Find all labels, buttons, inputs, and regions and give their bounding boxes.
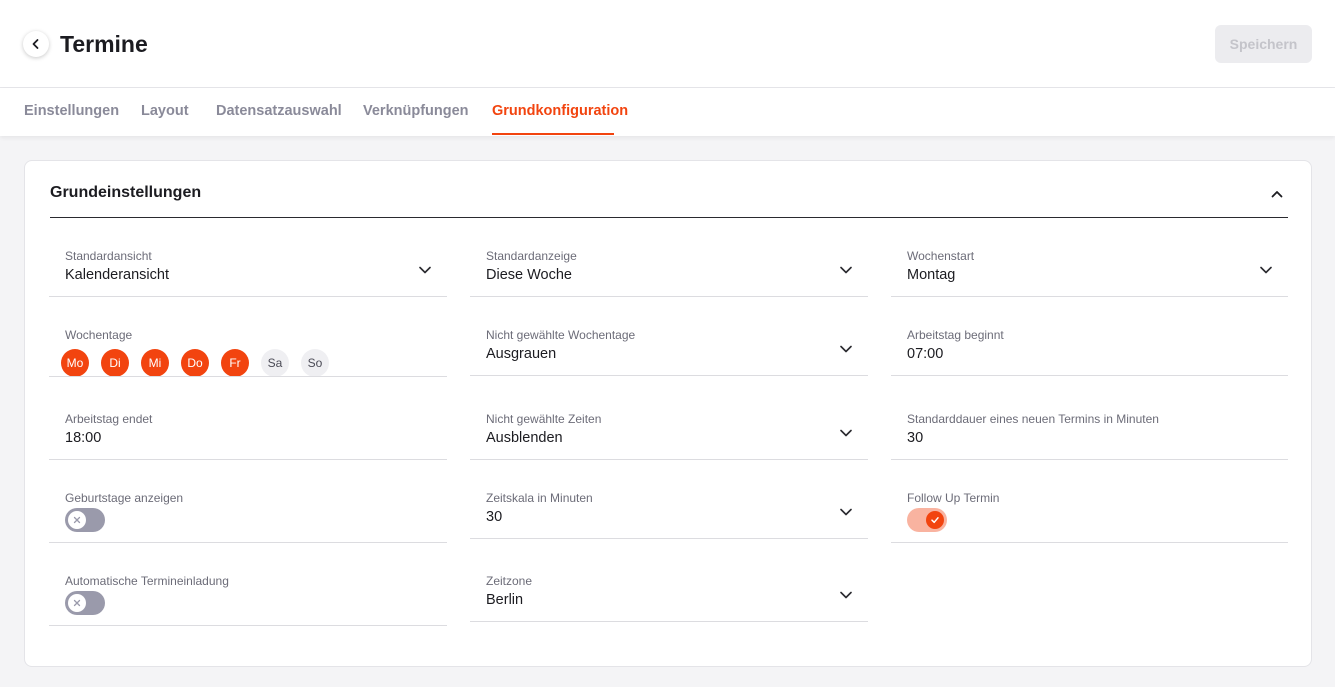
wochenstart-value: Montag [907, 267, 956, 283]
chevron-down-icon [1258, 262, 1274, 278]
zeitzone-select[interactable]: Zeitzone Berlin [470, 566, 868, 622]
arbeitstag-endet-field[interactable]: Arbeitstag endet 18:00 [49, 404, 447, 460]
arbeitstag-beginnt-label: Arbeitstag beginnt [907, 328, 1004, 342]
chevron-down-icon [838, 262, 854, 278]
weekday-sa[interactable]: Sa [261, 349, 289, 377]
chevron-up-icon [1271, 191, 1283, 198]
follow-up-termin-field: Follow Up Termin [891, 483, 1288, 543]
zeitskala-select[interactable]: Zeitskala in Minuten 30 [470, 483, 868, 539]
arbeitstag-beginnt-value: 07:00 [907, 346, 944, 362]
check-icon [931, 517, 939, 524]
arbeitstag-beginnt-field[interactable]: Arbeitstag beginnt 07:00 [891, 320, 1288, 376]
follow-up-termin-toggle[interactable] [907, 508, 947, 532]
standarddauer-label: Standarddauer eines neuen Termins in Min… [907, 412, 1159, 426]
weekday-fr[interactable]: Fr [221, 349, 249, 377]
chevron-down-icon [838, 425, 854, 441]
weekday-mi[interactable]: Mi [141, 349, 169, 377]
chevron-down-icon [838, 587, 854, 603]
standardansicht-select[interactable]: Standardansicht Kalenderansicht [49, 241, 447, 297]
standardanzeige-select[interactable]: Standardanzeige Diese Woche [470, 241, 868, 297]
active-tab-indicator [492, 133, 614, 135]
settings-card: Grundeinstellungen Standardansicht Kalen… [24, 160, 1312, 667]
arbeitstag-endet-value: 18:00 [65, 430, 102, 446]
zeitskala-value: 30 [486, 509, 503, 525]
wochenstart-label: Wochenstart [907, 249, 975, 263]
page-title: Termine [60, 31, 148, 57]
arbeitstag-endet-label: Arbeitstag endet [65, 412, 153, 426]
chevron-down-icon [838, 341, 854, 357]
tab-bar: Einstellungen Layout Datensatzauswahl Ve… [0, 88, 1335, 136]
toggle-knob [68, 511, 86, 529]
nicht-gewaehlte-wochentage-label: Nicht gewählte Wochentage [486, 328, 636, 342]
tab-einstellungen[interactable]: Einstellungen [24, 103, 119, 119]
nicht-gewaehlte-wochentage-value: Ausgrauen [486, 346, 557, 362]
zeitzone-label: Zeitzone [486, 574, 533, 588]
weekday-do[interactable]: Do [181, 349, 209, 377]
geburtstage-anzeigen-field: Geburtstage anzeigen [49, 483, 447, 543]
tab-layout[interactable]: Layout [141, 103, 189, 119]
close-icon [73, 516, 81, 524]
save-button[interactable]: Speichern [1215, 25, 1312, 63]
zeitskala-label: Zeitskala in Minuten [486, 491, 593, 505]
standardanzeige-value: Diese Woche [486, 267, 572, 283]
wochentage-divider [49, 376, 447, 377]
automatische-termineinladung-field: Automatische Termineinladung [49, 566, 447, 626]
geburtstage-anzeigen-toggle[interactable] [65, 508, 105, 532]
nicht-gewaehlte-zeiten-select[interactable]: Nicht gewählte Zeiten Ausblenden [470, 404, 868, 460]
nicht-gewaehlte-zeiten-label: Nicht gewählte Zeiten [486, 412, 602, 426]
weekday-picker: Mo Di Mi Do Fr Sa So [61, 349, 329, 377]
collapse-button[interactable] [1265, 182, 1289, 206]
follow-up-termin-label: Follow Up Termin [907, 491, 1000, 505]
wochentage-label: Wochentage [65, 328, 133, 342]
standarddauer-field[interactable]: Standarddauer eines neuen Termins in Min… [891, 404, 1288, 460]
nicht-gewaehlte-zeiten-value: Ausblenden [486, 430, 563, 446]
standardanzeige-label: Standardanzeige [486, 249, 577, 263]
standardansicht-label: Standardansicht [65, 249, 152, 263]
close-icon [73, 599, 81, 607]
standarddauer-value: 30 [907, 430, 924, 446]
back-button[interactable] [23, 31, 49, 57]
toggle-knob [68, 594, 86, 612]
nicht-gewaehlte-wochentage-select[interactable]: Nicht gewählte Wochentage Ausgrauen [470, 320, 868, 376]
tab-verknuepfungen[interactable]: Verknüpfungen [363, 103, 469, 119]
chevron-left-icon [32, 39, 39, 49]
chevron-down-icon [838, 504, 854, 520]
chevron-down-icon [417, 262, 433, 278]
weekday-mo[interactable]: Mo [61, 349, 89, 377]
wochentage-field: Wochentage Mo Di Mi Do Fr Sa So [49, 320, 447, 377]
automatische-termineinladung-label: Automatische Termineinladung [65, 574, 229, 588]
top-bar: Termine Speichern [0, 0, 1335, 88]
tab-grundkonfiguration[interactable]: Grundkonfiguration [492, 103, 628, 119]
geburtstage-anzeigen-label: Geburtstage anzeigen [65, 491, 184, 505]
wochenstart-select[interactable]: Wochenstart Montag [891, 241, 1288, 297]
toggle-knob [926, 511, 944, 529]
tab-datensatzauswahl[interactable]: Datensatzauswahl [216, 103, 342, 119]
weekday-di[interactable]: Di [101, 349, 129, 377]
standardansicht-value: Kalenderansicht [65, 267, 169, 283]
weekday-so[interactable]: So [301, 349, 329, 377]
section-title: Grundeinstellungen [50, 184, 202, 201]
zeitzone-value: Berlin [486, 592, 524, 608]
section-divider [50, 217, 1288, 218]
automatische-termineinladung-toggle[interactable] [65, 591, 105, 615]
